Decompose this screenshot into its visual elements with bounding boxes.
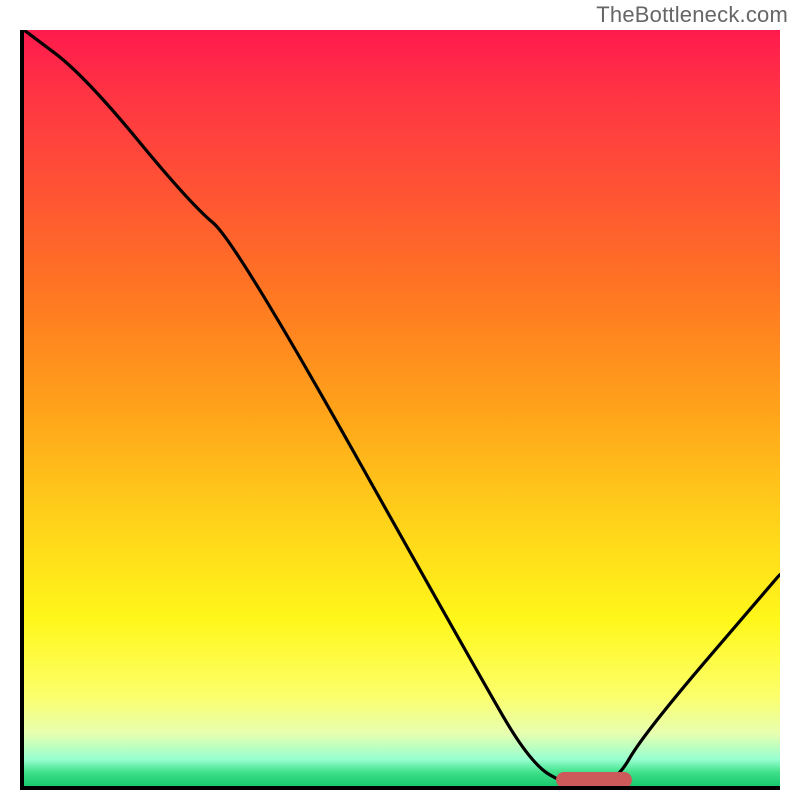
plot-area [20,30,780,790]
curve-path [24,30,780,786]
chart-container: TheBottleneck.com [0,0,800,800]
optimal-range-marker [556,772,632,788]
watermark-text: TheBottleneck.com [596,2,788,28]
bottleneck-curve [24,30,780,786]
